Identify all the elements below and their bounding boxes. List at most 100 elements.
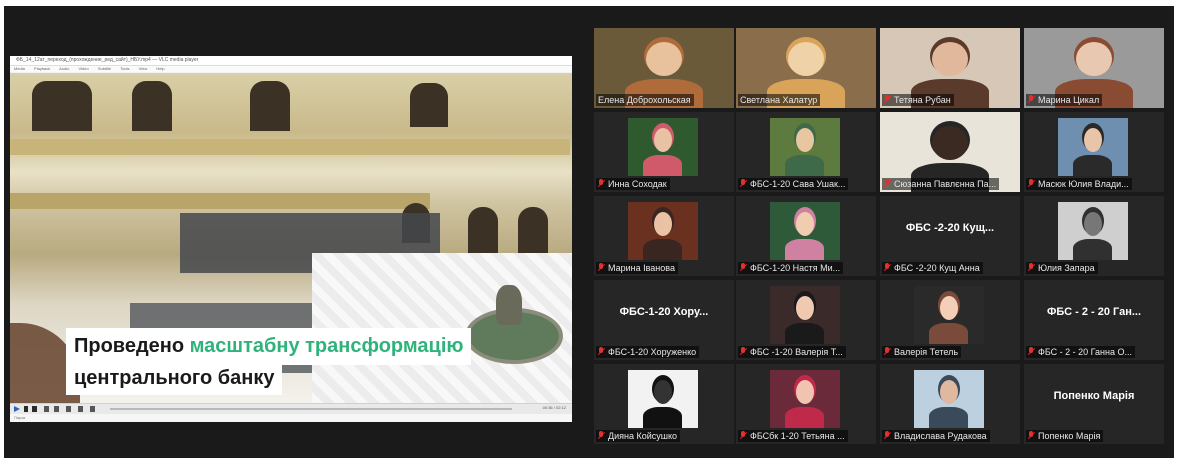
participant-tile[interactable]: ФБС -2-20 Кущ... ФБС -2-20 Кущ Анна xyxy=(880,196,1020,276)
player-menu-playback[interactable]: Playback xyxy=(34,66,50,71)
participant-face xyxy=(932,126,968,160)
participant-tile[interactable]: Масюк Юлия Влади... xyxy=(1024,112,1164,192)
participant-tile[interactable]: Юлия Запара xyxy=(1024,196,1164,276)
participant-name: ФБСбк 1-20 Тетьяна ... xyxy=(750,431,845,441)
participant-face xyxy=(654,380,672,404)
fountain-statue xyxy=(496,285,522,325)
participant-body xyxy=(643,239,682,260)
participant-name: Дияна Койсушко xyxy=(608,431,678,441)
stop-icon[interactable] xyxy=(32,406,37,412)
player-menu-audio[interactable]: Audio xyxy=(59,66,69,71)
participant-tile[interactable]: ФБС - 2 - 20 Ган... ФБС - 2 - 20 Ганна О.… xyxy=(1024,280,1164,360)
participant-name-tag: ФБС-1-20 Хоруженко xyxy=(596,346,700,358)
lower-railing xyxy=(10,193,430,209)
mic-muted-icon xyxy=(884,431,891,440)
participant-video xyxy=(770,370,840,428)
mic-muted-icon xyxy=(1028,263,1035,272)
participant-body xyxy=(785,155,824,176)
participant-tile[interactable]: ФБС-1-20 Хору... ФБС-1-20 Хоруженко xyxy=(594,280,734,360)
participant-tile[interactable]: ФБС-1-20 Настя Ми... xyxy=(736,196,876,276)
participant-name-tag: Светлана Халатур xyxy=(738,94,821,106)
previous-icon[interactable] xyxy=(44,406,49,412)
participant-name-tag: Попенко Марія xyxy=(1026,430,1104,442)
participant-video xyxy=(628,370,698,428)
participant-face xyxy=(796,128,814,152)
participant-video xyxy=(628,118,698,176)
participant-tile[interactable]: Владислава Рудакова xyxy=(880,364,1020,444)
mic-muted-icon xyxy=(1028,431,1035,440)
participant-tile[interactable]: ФБС-1-20 Сава Ушак... xyxy=(736,112,876,192)
participant-body xyxy=(785,407,824,428)
participant-body xyxy=(1073,239,1112,260)
participant-tile[interactable]: Сюзанна Павлєнна Па... xyxy=(880,112,1020,192)
fullscreen-icon[interactable] xyxy=(66,406,71,412)
participant-tile[interactable]: Светлана Халатур xyxy=(736,28,876,108)
participant-name-tag: ФБС -1-20 Валерія Т... xyxy=(738,346,846,358)
participant-display-name: ФБС -2-20 Кущ... xyxy=(905,222,995,234)
participant-tile[interactable]: Инна Соходак xyxy=(594,112,734,192)
participant-tile[interactable]: ФБСбк 1-20 Тетьяна ... xyxy=(736,364,876,444)
loop-icon[interactable] xyxy=(90,406,95,412)
participant-name: ФБС-1-20 Сава Ушак... xyxy=(750,179,846,189)
mic-muted-icon xyxy=(884,95,891,104)
player-menu-video[interactable]: Video xyxy=(79,66,89,71)
mic-muted-icon xyxy=(1028,95,1035,104)
player-menu-media[interactable]: Media xyxy=(14,66,25,71)
player-controls: 00:36 / 02:12 xyxy=(10,403,572,414)
mic-muted-icon xyxy=(1028,179,1035,188)
seek-bar[interactable] xyxy=(110,408,512,410)
participant-tile[interactable]: Елена Доброхольская xyxy=(594,28,734,108)
playback-time: 00:36 / 02:12 xyxy=(542,405,566,410)
player-menu-subtitle[interactable]: Subtitle xyxy=(98,66,111,71)
participant-tile[interactable]: Дияна Койсушко xyxy=(594,364,734,444)
playlist-icon[interactable] xyxy=(78,406,83,412)
zoom-meeting-window: ФБ_14_12ат_переход_(прохождение_ред_сайт… xyxy=(4,6,1174,458)
participant-tile[interactable]: Марина Цикал xyxy=(1024,28,1164,108)
participant-video xyxy=(770,286,840,344)
participant-tile[interactable]: Валерія Тетель xyxy=(880,280,1020,360)
player-menu-help[interactable]: Help xyxy=(156,66,164,71)
participant-name: ФБС - 2 - 20 Ганна О... xyxy=(1038,347,1132,357)
participant-tile[interactable]: Марина Іванова xyxy=(594,196,734,276)
participant-tile[interactable]: Попенко Марія Попенко Марія xyxy=(1024,364,1164,444)
participant-video xyxy=(1058,118,1128,176)
play-icon[interactable] xyxy=(14,406,20,412)
participant-video xyxy=(628,202,698,260)
arch-window xyxy=(32,81,92,131)
player-menu-tools[interactable]: Tools xyxy=(120,66,129,71)
balcony-railing xyxy=(10,139,570,155)
participant-name: Инна Соходак xyxy=(608,179,667,189)
shared-screen[interactable]: ФБ_14_12ат_переход_(прохождение_ред_сайт… xyxy=(10,56,572,422)
participant-face xyxy=(646,42,682,76)
participant-name-tag: Валерія Тетель xyxy=(882,346,962,358)
caption-prefix: Проведено xyxy=(74,335,190,357)
arch-window xyxy=(132,81,172,131)
participant-name-tag: Юлия Запара xyxy=(1026,262,1098,274)
participant-display-name: ФБС-1-20 Хору... xyxy=(619,306,709,318)
pause-icon[interactable] xyxy=(24,406,28,412)
participant-name: ФБС -2-20 Кущ Анна xyxy=(894,263,980,273)
next-icon[interactable] xyxy=(54,406,59,412)
video-caption: Проведено масштабну трансформацію xyxy=(66,328,472,365)
participant-name: Владислава Рудакова xyxy=(894,431,987,441)
participant-name-tag: Сюзанна Павлєнна Па... xyxy=(882,178,1000,190)
participant-tile[interactable]: Тетяна Рубан xyxy=(880,28,1020,108)
participant-body xyxy=(785,239,824,260)
participant-name-tag: ФБСбк 1-20 Тетьяна ... xyxy=(738,430,848,442)
participant-video xyxy=(770,118,840,176)
participant-name: Светлана Халатур xyxy=(740,95,818,105)
player-status-bar: Пауза xyxy=(10,414,572,422)
participant-name-tag: Марина Іванова xyxy=(596,262,678,274)
participant-face xyxy=(1084,128,1102,152)
player-menu-view[interactable]: View xyxy=(139,66,148,71)
participant-name-tag: Инна Соходак xyxy=(596,178,670,190)
participant-tile[interactable]: ФБС -1-20 Валерія Т... xyxy=(736,280,876,360)
participant-name: ФБС-1-20 Настя Ми... xyxy=(750,263,841,273)
participant-name: Юлия Запара xyxy=(1038,263,1095,273)
participant-name: Елена Доброхольская xyxy=(598,95,691,105)
participant-face xyxy=(1084,212,1102,236)
mic-muted-icon xyxy=(1028,347,1035,356)
mic-muted-icon xyxy=(598,431,605,440)
participant-body xyxy=(929,407,968,428)
mic-muted-icon xyxy=(740,347,747,356)
